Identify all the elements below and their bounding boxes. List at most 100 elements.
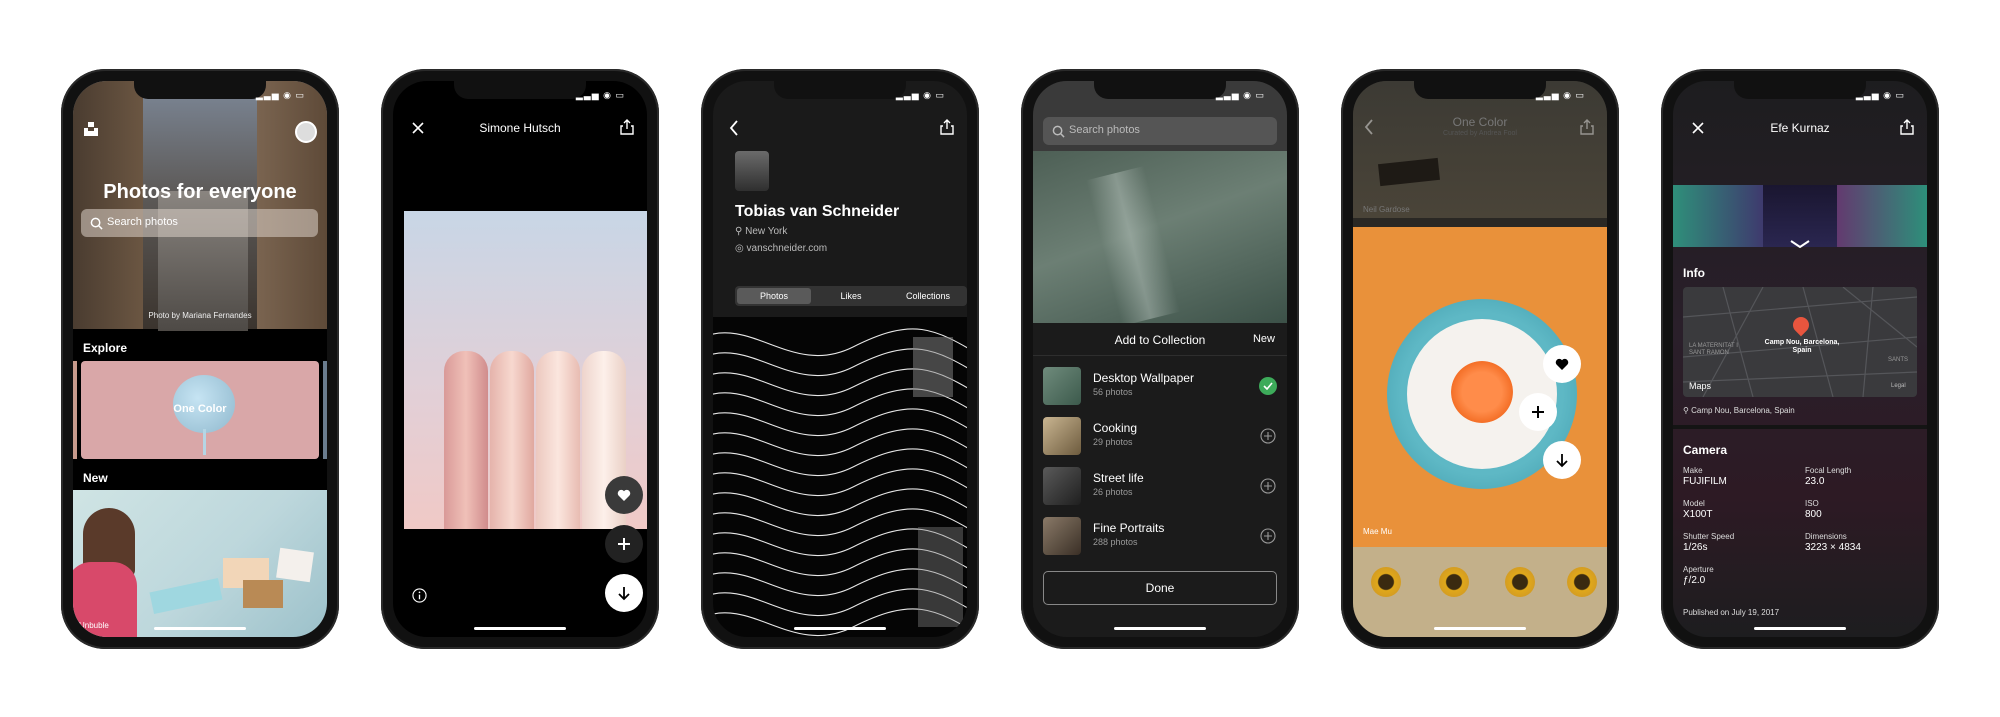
collection-thumbnail [1043, 517, 1081, 555]
new-photo[interactable] [73, 490, 327, 637]
add-circle-icon[interactable] [1259, 427, 1277, 445]
map-legal-link[interactable]: Legal [1891, 383, 1906, 389]
collection-thumbnail [1043, 367, 1081, 405]
user-profile-screen: ▂▃▅ ◉ ▭ Tobias van Schneider ⚲ New York … [713, 81, 967, 637]
phone-add-to-collection: ▂▃▅ ◉ ▭ Search photos Add to Collection … [1021, 69, 1299, 649]
home-screen: ▂▃▅ ◉ ▭ Photos for everyone Search photo… [73, 81, 327, 637]
status-bar: ▂▃▅ ◉ ▭ [1855, 90, 1905, 100]
share-icon[interactable] [939, 118, 955, 136]
collection-name: Desktop Wallpaper [1093, 371, 1194, 385]
new-heading: New [83, 471, 108, 485]
camera-heading: Camera [1683, 443, 1728, 457]
collection-count: 56 photos [1093, 387, 1133, 397]
tab-likes[interactable]: Likes [813, 288, 889, 304]
exif-value: FUJIFILM [1683, 476, 1727, 487]
notch [1094, 81, 1226, 99]
add-circle-icon[interactable] [1259, 527, 1277, 545]
user-name: Tobias van Schneider [735, 203, 900, 220]
info-icon[interactable] [411, 587, 427, 603]
home-indicator [1114, 627, 1206, 630]
search-icon [1051, 124, 1065, 138]
like-button[interactable] [605, 476, 643, 514]
phone-photo-info: ▂▃▅ ◉ ▭ Efe Kurnaz Info Camp Nou, Barcel [1661, 69, 1939, 649]
location-pin-icon: ⚲ [1683, 406, 1692, 415]
photo-credit-top[interactable]: Neil Gardose [1363, 205, 1410, 214]
collection-item[interactable]: Street life 26 photos [1043, 467, 1277, 511]
status-bar: ▂▃▅ ◉ ▭ [895, 90, 945, 100]
checkmark-icon[interactable] [1259, 377, 1277, 395]
new-photo-credit: Unbuble [79, 621, 109, 630]
add-to-collection-button[interactable] [605, 525, 643, 563]
location-text: Camp Nou, Barcelona, Spain [1691, 406, 1795, 415]
download-button[interactable] [1543, 441, 1581, 479]
back-icon[interactable] [727, 119, 741, 137]
user-website[interactable]: ◎ vanschneider.com [735, 243, 827, 254]
status-bar: ▂▃▅ ◉ ▭ [255, 90, 305, 100]
phone-home-screen: ▂▃▅ ◉ ▭ Photos for everyone Search photo… [61, 69, 339, 649]
explore-prev-card[interactable] [73, 361, 77, 459]
background-photo-ocean [1033, 151, 1287, 327]
status-bar: ▂▃▅ ◉ ▭ [1215, 90, 1265, 100]
collection-thumbnail [1043, 417, 1081, 455]
search-bar[interactable]: Search photos [1043, 117, 1277, 145]
collection-title: One Color [1452, 115, 1508, 129]
hero-photo[interactable] [73, 81, 327, 331]
share-icon[interactable] [1579, 118, 1595, 136]
new-collection-button[interactable]: New [1253, 333, 1275, 345]
location-row[interactable]: ⚲ Camp Nou, Barcelona, Spain [1683, 406, 1795, 415]
collection-count: 288 photos [1093, 537, 1138, 547]
featured-photo[interactable]: Mae Mu [1353, 227, 1607, 547]
add-to-collection-button[interactable] [1519, 393, 1557, 431]
dimmed-top-photo [1353, 81, 1607, 218]
location-map[interactable]: Camp Nou, Barcelona, Spain LA MATERNITAT… [1683, 287, 1917, 397]
add-circle-icon[interactable] [1259, 477, 1277, 495]
collection-thumbnail [1043, 467, 1081, 505]
home-indicator [474, 627, 566, 630]
phone-photo-detail: ▂▃▅ ◉ ▭ Simone Hutsch [381, 69, 659, 649]
explore-next-card[interactable] [323, 361, 327, 459]
exif-value: 3223 × 4834 [1805, 542, 1861, 553]
collapse-chevron-icon[interactable] [1790, 239, 1810, 249]
status-bar: ▂▃▅ ◉ ▭ [575, 90, 625, 100]
tab-collections[interactable]: Collections [891, 288, 965, 304]
collection-name: Fine Portraits [1093, 521, 1165, 535]
collection-item[interactable]: Fine Portraits 288 photos [1043, 517, 1277, 561]
collection-curator[interactable]: Curated by Andrea Fool [1353, 130, 1607, 137]
exif-iso: ISO 800 [1805, 499, 1822, 520]
notch [774, 81, 906, 99]
collection-item[interactable]: Desktop Wallpaper 56 photos [1043, 367, 1277, 411]
user-photo-waves[interactable] [713, 317, 967, 637]
credit-main[interactable]: Mae Mu [1363, 527, 1392, 536]
photographer-name[interactable]: Efe Kurnaz [1673, 121, 1927, 135]
done-button[interactable]: Done [1043, 571, 1277, 605]
notch [1734, 81, 1866, 99]
collection-detail-screen: ▂▃▅ ◉ ▭ One Color Curated by Andrea Fool… [1353, 81, 1607, 637]
photo-preview[interactable] [1673, 185, 1927, 247]
photographer-name[interactable]: Simone Hutsch [393, 121, 647, 135]
collection-name: Cooking [1093, 421, 1138, 435]
exif-make: Make FUJIFILM [1683, 466, 1727, 487]
download-button[interactable] [605, 574, 643, 612]
collection-item[interactable]: Cooking 29 photos [1043, 417, 1277, 461]
share-icon[interactable] [1899, 118, 1915, 136]
like-button[interactable] [1543, 345, 1581, 383]
unsplash-logo-icon[interactable] [83, 121, 99, 137]
photo-credit[interactable]: Photo by Mariana Fernandes [73, 311, 327, 320]
exif-dimensions: Dimensions 3223 × 4834 [1805, 532, 1861, 553]
published-date: Published on July 19, 2017 [1683, 608, 1780, 617]
share-icon[interactable] [619, 118, 635, 136]
map-district-label: LA MATERNITAT I SANT RAMON [1689, 343, 1738, 356]
exif-label: Model [1683, 499, 1705, 508]
divider [1673, 425, 1927, 429]
tab-photos[interactable]: Photos [737, 288, 811, 304]
photo-detail-screen: ▂▃▅ ◉ ▭ Simone Hutsch [393, 81, 647, 637]
exif-label: Dimensions [1805, 532, 1847, 541]
next-photo-sunflowers[interactable] [1353, 547, 1607, 637]
collection-card-one-color[interactable]: One Color [81, 361, 319, 459]
profile-avatar[interactable] [295, 121, 317, 143]
search-bar[interactable]: Search photos [81, 209, 318, 237]
collection-sheet: Add to Collection New Desktop Wallpaper … [1033, 323, 1287, 637]
exif-label: Shutter Speed [1683, 532, 1735, 541]
notch [134, 81, 266, 99]
website-text: vanschneider.com [746, 243, 828, 254]
